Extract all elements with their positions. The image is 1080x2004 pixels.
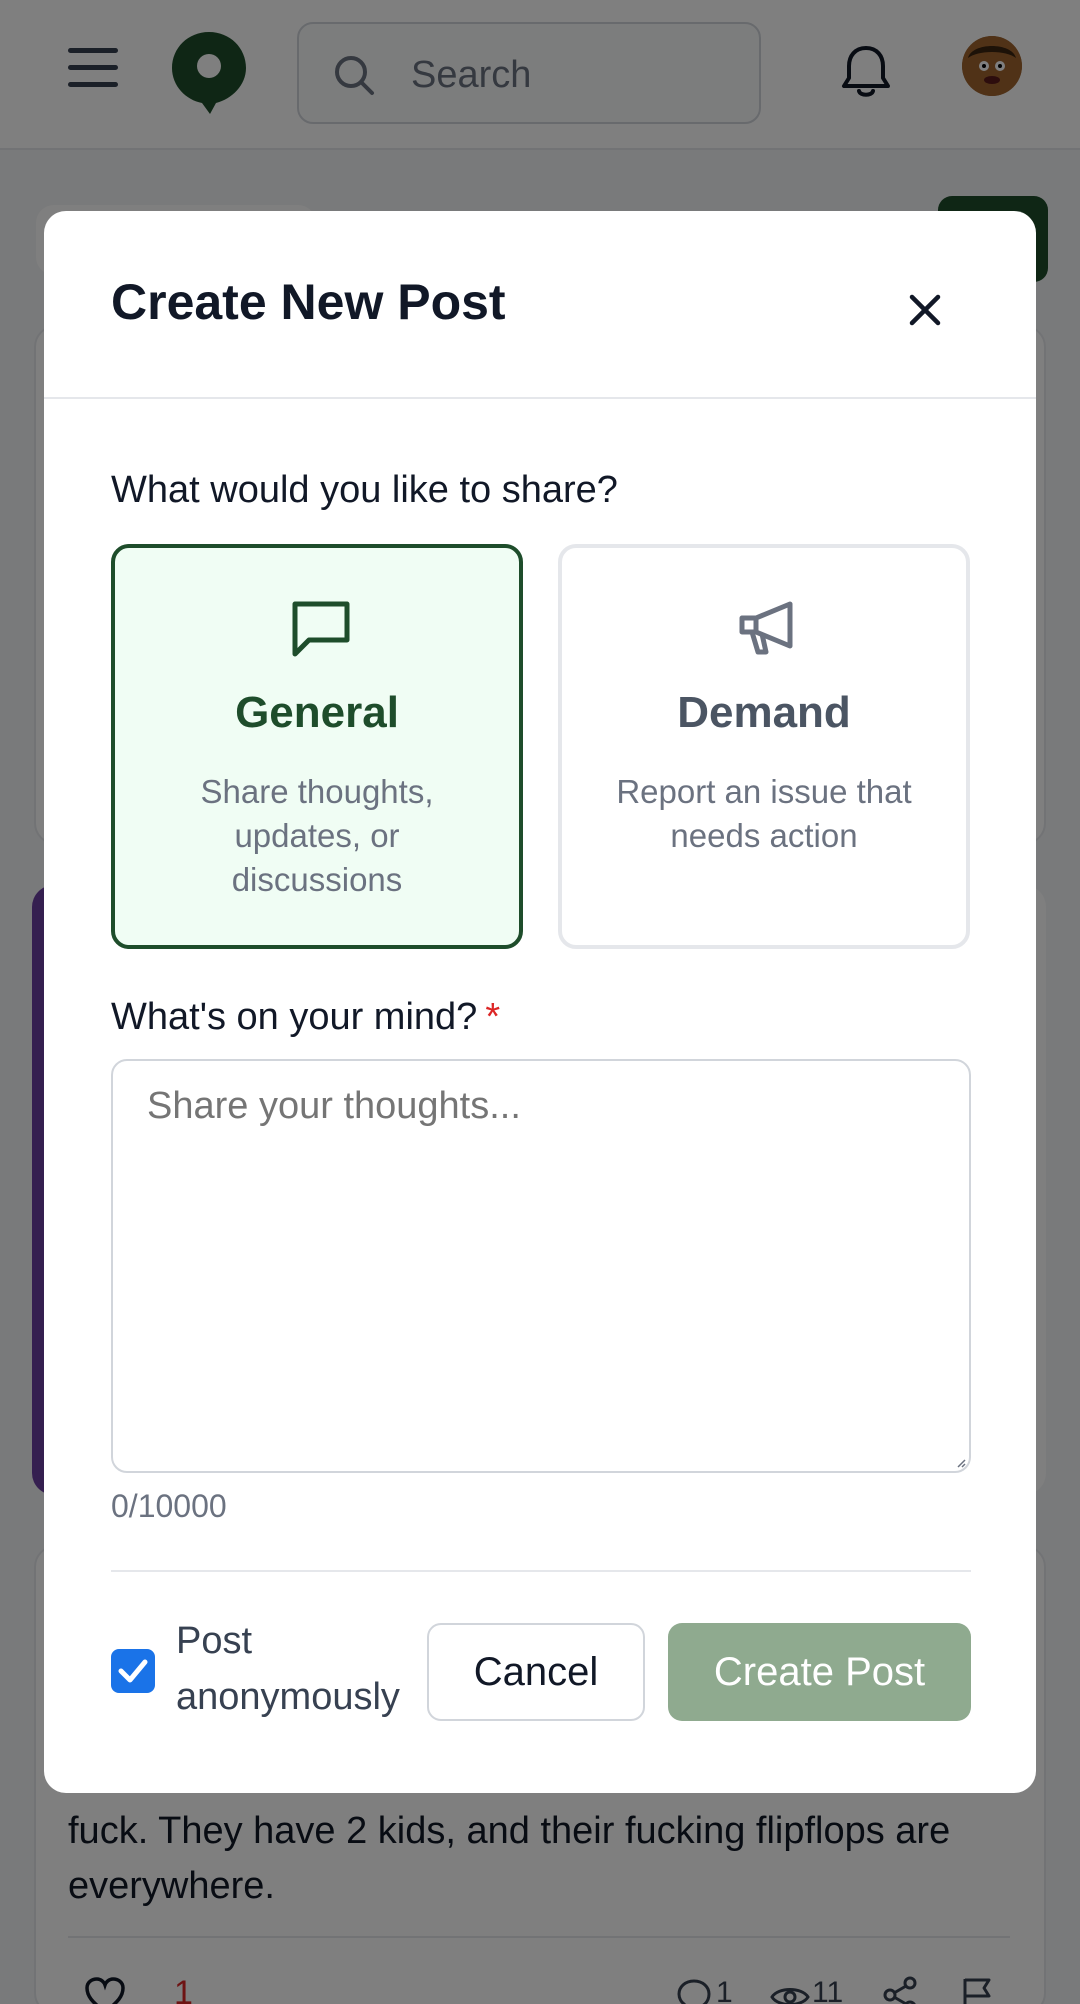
post-type-name: General [235,688,399,737]
footer-divider [111,1570,971,1572]
required-marker: * [485,996,501,1038]
content-label: What's on your mind? * [111,996,500,1039]
anonymous-label[interactable]: Post anonymously [176,1613,436,1725]
megaphone-icon [739,601,793,655]
content-label-text: What's on your mind? [111,996,478,1038]
create-post-button[interactable]: Create Post [668,1623,971,1721]
checkmark-icon [118,1659,148,1683]
modal-title: Create New Post [111,274,506,330]
post-type-label: What would you like to share? [111,469,618,511]
post-type-description: Share thoughts, updates, or discussions [200,773,434,898]
post-content-textarea[interactable] [111,1059,971,1473]
character-count: 0/10000 [111,1488,227,1524]
cancel-button[interactable]: Cancel [427,1623,645,1721]
resize-grip-icon[interactable] [956,1458,966,1468]
create-post-modal: Create New Post What would you like to s… [44,211,1036,1793]
message-square-icon [292,601,350,657]
close-icon[interactable] [894,279,956,341]
post-type-demand-option[interactable]: Demand Report an issue that needs action [558,544,970,949]
post-type-general-option[interactable]: General Share thoughts, updates, or disc… [111,544,523,949]
anonymous-checkbox[interactable] [111,1649,155,1693]
post-type-name: Demand [677,688,851,737]
modal-header: Create New Post [44,211,1036,399]
post-type-description: Report an issue that needs action [616,773,912,854]
